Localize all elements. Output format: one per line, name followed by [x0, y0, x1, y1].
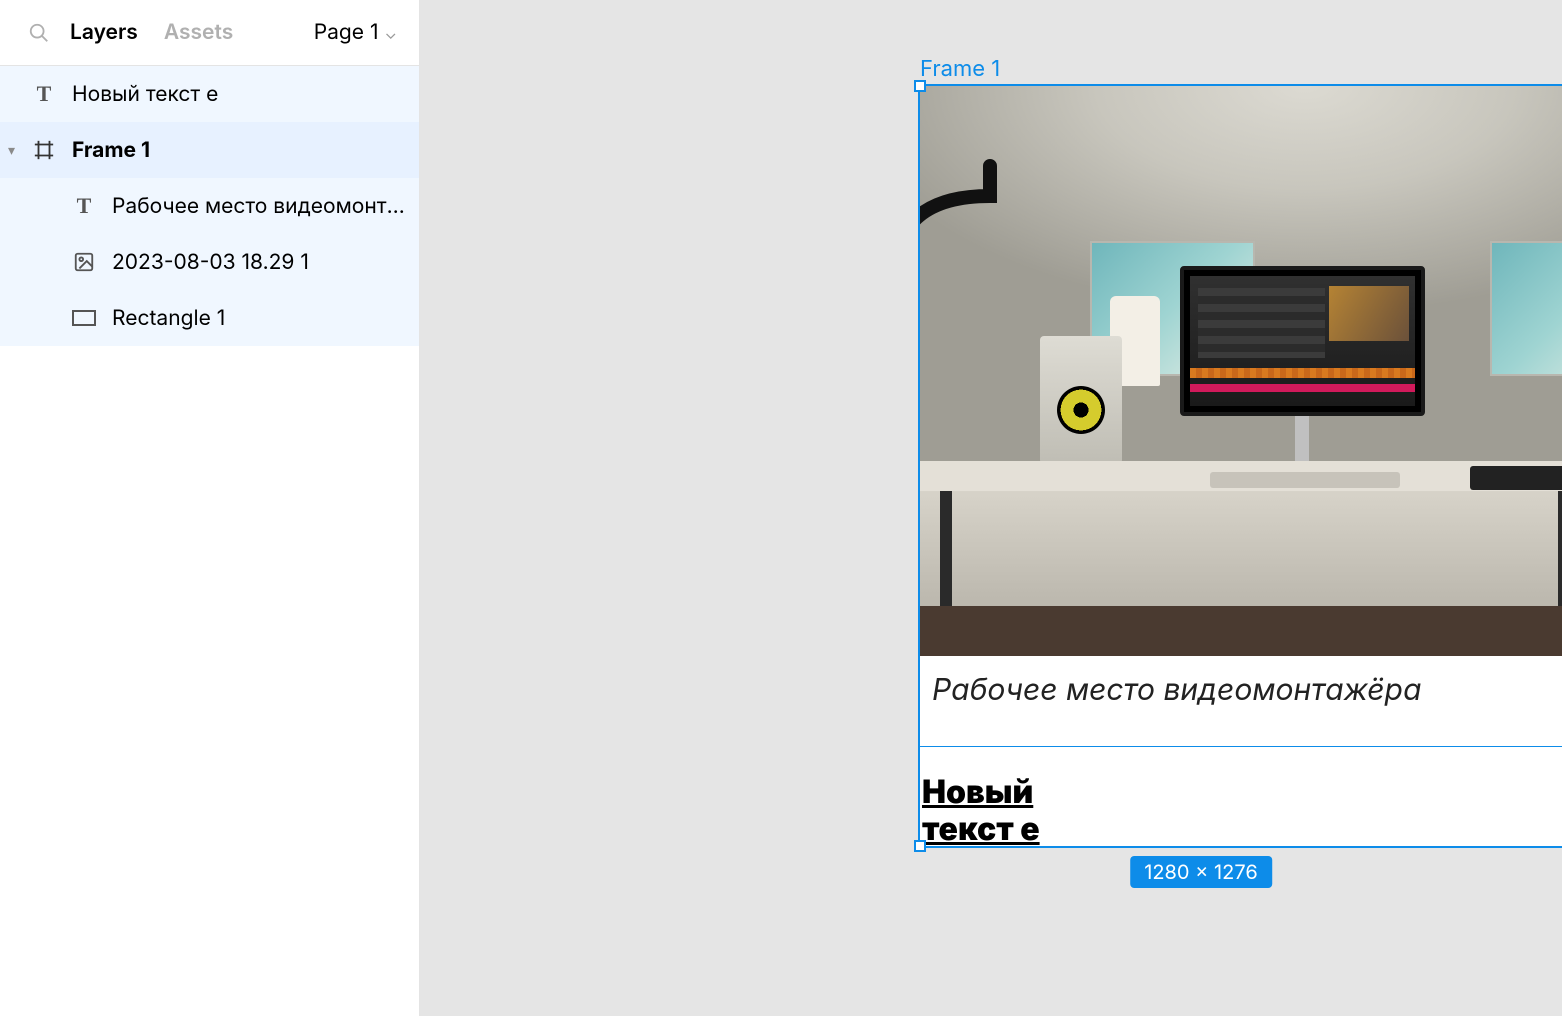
search-icon[interactable]: [26, 20, 52, 46]
layer-name: Рабочее место видеомонта...: [112, 194, 407, 219]
frame-label[interactable]: Frame 1: [920, 56, 1000, 82]
layer-row-1[interactable]: ▾ Frame 1: [0, 122, 419, 178]
panel-header: Layers Assets Page 1 ⌄: [0, 0, 419, 66]
layer-row-4[interactable]: Rectangle 1: [0, 290, 419, 346]
chevron-down-icon: ⌄: [385, 23, 398, 43]
image-icon: [70, 248, 98, 276]
selection-handle-bl[interactable]: [914, 840, 926, 852]
overflow-text-layer[interactable]: Новый текст е: [922, 774, 1122, 848]
layer-name: Rectangle 1: [112, 306, 225, 331]
page-selector[interactable]: Page 1 ⌄: [314, 20, 397, 45]
rectangle-icon: [70, 304, 98, 332]
panel-tabs: Layers Assets: [70, 20, 314, 45]
tab-assets[interactable]: Assets: [164, 20, 233, 45]
layer-name: Новый текст е: [72, 82, 218, 107]
layer-list: T Новый текст е ▾ Frame 1 T Рабочее место вид…: [0, 66, 419, 346]
layer-row-0[interactable]: T Новый текст е: [0, 66, 419, 122]
layer-name: Frame 1: [72, 138, 150, 163]
app-root: Layers Assets Page 1 ⌄ T Новый текст е ▾ Fr…: [0, 0, 1562, 1016]
frame-icon: [30, 136, 58, 164]
layer-name: 2023-08-03 18.29 1: [112, 250, 309, 275]
frame-image[interactable]: [920, 86, 1562, 656]
frame-1[interactable]: Рабочее место видеомонтажёра Новый текст…: [920, 86, 1562, 846]
text-icon: T: [70, 192, 98, 220]
selection-size-badge: 1280 × 1276: [1130, 856, 1272, 888]
page-selector-label: Page 1: [314, 20, 379, 45]
expand-arrow-icon[interactable]: ▾: [8, 142, 28, 159]
layer-row-2[interactable]: T Рабочее место видеомонта...: [0, 178, 419, 234]
canvas[interactable]: Frame 1: [420, 0, 1562, 1016]
tab-layers[interactable]: Layers: [70, 20, 138, 45]
frame-caption-text[interactable]: Рабочее место видеомонтажёра: [932, 672, 1422, 708]
selection-bottom-line: [920, 746, 1562, 747]
text-icon: T: [30, 80, 58, 108]
selection-handle-tl[interactable]: [914, 80, 926, 92]
desk-scene: [920, 86, 1562, 656]
layers-panel: Layers Assets Page 1 ⌄ T Новый текст е ▾ Fr…: [0, 0, 420, 1016]
layer-row-3[interactable]: 2023-08-03 18.29 1: [0, 234, 419, 290]
